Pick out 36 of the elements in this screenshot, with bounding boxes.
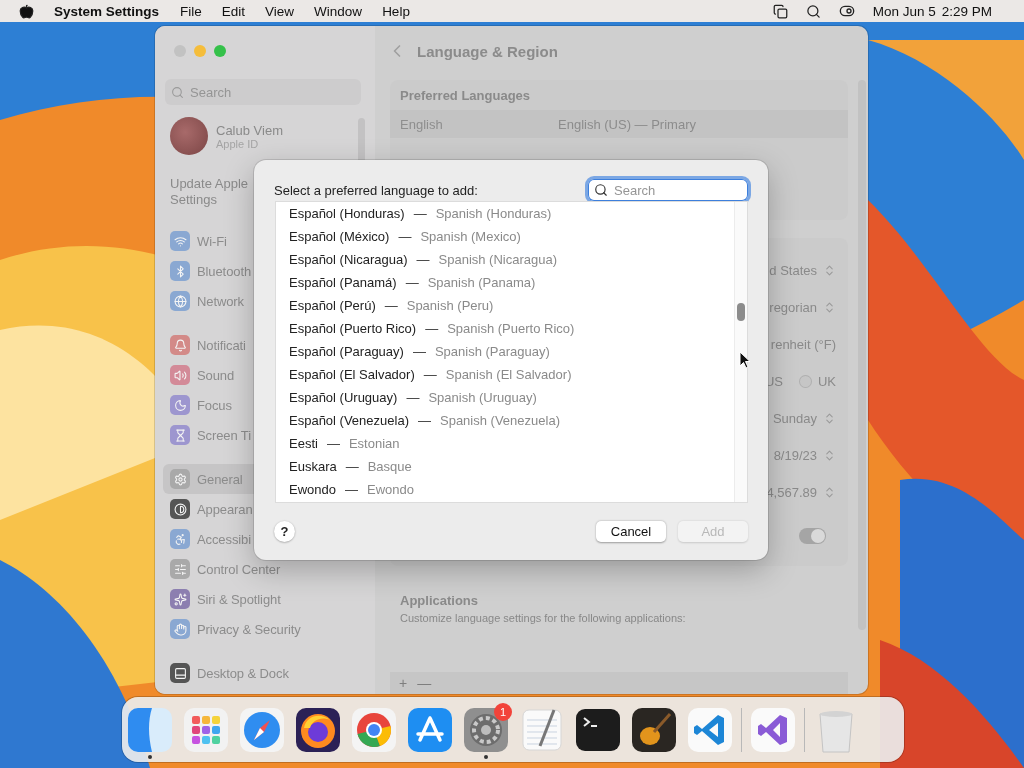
language-english-name: Estonian <box>348 436 400 451</box>
language-english-name: Spanish (Panama) <box>427 275 536 290</box>
dash: — <box>413 206 427 221</box>
dash: — <box>345 459 359 474</box>
notification-badge: 1 <box>494 703 512 721</box>
language-english-name: Spanish (Peru) <box>406 298 494 313</box>
dash: — <box>406 390 420 405</box>
dash: — <box>418 413 431 428</box>
section-subtitle: Customize language settings for the following applications: <box>400 611 687 625</box>
section-heading: Applications <box>400 592 479 610</box>
language-english-name: Spanish (Nicaragua) <box>438 252 558 267</box>
setting-value: renheit (°F) <box>770 337 836 352</box>
dash: — <box>398 229 412 244</box>
dash: — <box>423 367 437 382</box>
menu-date: Mon Jun 5 <box>872 3 936 19</box>
language-english-name: Spanish (Mexico) <box>420 229 521 244</box>
dialog-title: Select a preferred language to add: <box>274 182 478 198</box>
dash: — <box>384 298 398 313</box>
language-english-name: Spanish (El Salvador) <box>445 367 572 382</box>
language-english-name: Spanish (Uruguay) <box>428 390 537 405</box>
dash: — <box>345 482 358 497</box>
radio-label: UK <box>817 374 836 389</box>
language-english-name: Spanish (Venezuela) <box>440 413 560 428</box>
dash: — <box>405 275 419 290</box>
language-english-name: Spanish (Paraguay) <box>434 344 550 359</box>
language-english-name: Spanish (Puerto Rico) <box>447 321 575 336</box>
page-title: Language & Region <box>417 42 558 60</box>
section-heading: Preferred Languages <box>399 86 532 105</box>
language-english-name: Basque <box>367 459 412 474</box>
dash: — <box>416 252 430 267</box>
language-english-name: Ewondo <box>367 482 414 497</box>
menu-time: 2:29 PM <box>941 3 992 19</box>
dash: — <box>326 436 340 451</box>
dash: — <box>425 321 439 336</box>
dash: — <box>412 344 426 359</box>
language-english-name: Spanish (Honduras) <box>435 206 552 221</box>
